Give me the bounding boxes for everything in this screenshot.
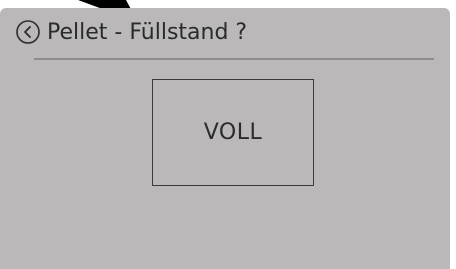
page-title: Pellet - Füllstand ? <box>47 19 248 45</box>
option-label: VOLL <box>203 120 263 145</box>
device-screen: Pellet - Füllstand ? VOLL <box>0 0 456 269</box>
back-button[interactable] <box>14 18 42 46</box>
header-divider <box>34 58 434 60</box>
header-bar: Pellet - Füllstand ? <box>14 14 247 50</box>
option-voll-button[interactable]: VOLL <box>152 79 314 186</box>
chevron-left-circle-icon <box>16 20 40 44</box>
screen-edge <box>450 8 456 269</box>
